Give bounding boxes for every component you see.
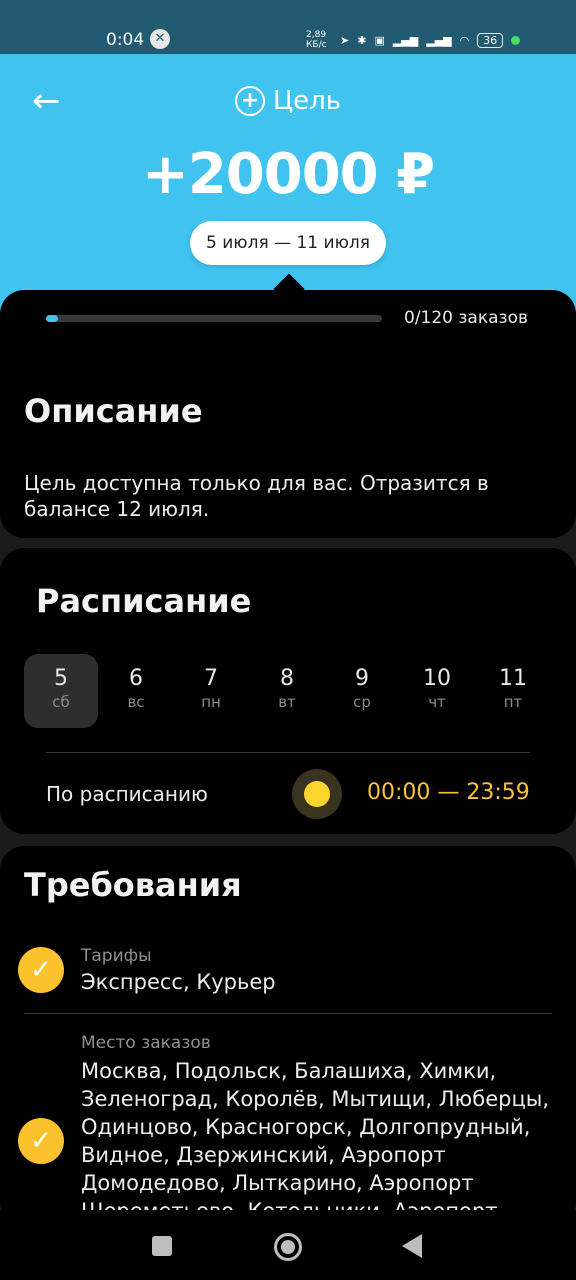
- day-6[interactable]: 6 вс: [99, 654, 173, 728]
- signal-icon: ▂▄▆: [426, 33, 452, 47]
- wifi-icon: ◠: [459, 33, 470, 47]
- plus-circle-icon: +: [234, 86, 265, 116]
- bluetooth-icon: ✱: [357, 33, 367, 47]
- requirement-title: Тарифы: [81, 946, 152, 966]
- day-10[interactable]: 10 чт: [400, 654, 474, 728]
- location-icon: ➤: [340, 33, 350, 47]
- requirement-line: Домодедово, Лыткарино, Аэропорт: [81, 1171, 474, 1195]
- day-weekday: вс: [127, 693, 145, 711]
- day-weekday: пт: [503, 693, 523, 711]
- day-number: 9: [355, 666, 369, 691]
- requirement-value: Экспресс, Курьер: [81, 970, 276, 994]
- vibrate-icon: ▣: [374, 33, 385, 47]
- battery-icon: 36: [477, 32, 504, 48]
- description-text: Цель доступна только для вас. Отразится …: [24, 471, 489, 521]
- signal-icon: ▂▄▆: [392, 33, 419, 47]
- check-icon: ✓: [18, 947, 64, 993]
- day-number: 6: [129, 666, 143, 691]
- day-weekday: сб: [52, 693, 70, 711]
- day-number: 11: [499, 666, 527, 691]
- day-9[interactable]: 9 ср: [325, 654, 399, 728]
- square-icon[interactable]: [152, 1236, 172, 1256]
- charging-dot: [511, 35, 521, 45]
- day-number: 5: [54, 666, 68, 691]
- divider: [24, 1013, 552, 1014]
- day-weekday: пн: [201, 693, 221, 711]
- divider: [46, 752, 530, 753]
- circle-icon-inner: [281, 1240, 295, 1254]
- progress-track: [46, 315, 382, 322]
- schedule-time-range: 00:00 — 23:59: [367, 780, 530, 805]
- day-weekday: чт: [428, 693, 446, 711]
- speed-text: 2,89 КБ/с: [306, 30, 327, 50]
- day-7[interactable]: 7 пн: [174, 654, 248, 728]
- description-heading: Описание: [24, 392, 203, 430]
- status-icons: 2,89 КБ/с ➤ ✱ ▣ ▂▄▆ ▂▄▆ ◠ 36: [306, 30, 521, 50]
- requirement-line: Шереметьево, Котельники, Аэропорт: [81, 1197, 561, 1210]
- day-number: 8: [280, 666, 294, 691]
- day-number: 7: [204, 666, 218, 691]
- progress-label: 0/120 заказов: [404, 308, 528, 328]
- requirement-line: Видное, Дзержинский, Аэропорт: [81, 1143, 446, 1167]
- requirement-value: Москва, Подольск, Балашиха, Химки, Зелен…: [81, 1057, 561, 1210]
- page-title: Цель: [272, 86, 342, 116]
- date-range-pill[interactable]: 5 июля — 11 июля: [190, 221, 386, 265]
- header-title: + Цель: [0, 86, 576, 116]
- goal-amount: +20000 ₽: [141, 142, 435, 207]
- schedule-heading: Расписание: [36, 582, 252, 620]
- day-weekday: ср: [353, 693, 371, 711]
- requirement-line: Зеленоград, Королёв, Мытищи, Люберцы,: [81, 1087, 549, 1111]
- notification-icon: ✕: [150, 29, 170, 49]
- requirement-line: Москва, Подольск, Балашиха, Химки,: [81, 1059, 497, 1083]
- triangle-back-icon[interactable]: [402, 1234, 422, 1258]
- progress-fill: [46, 315, 58, 322]
- check-icon: ✓: [18, 1118, 64, 1164]
- day-11[interactable]: 11 пт: [476, 654, 550, 728]
- day-number: 10: [423, 666, 451, 691]
- day-weekday: вт: [278, 693, 296, 711]
- requirements-heading: Требования: [24, 866, 242, 904]
- status-time: 0:04: [106, 30, 145, 50]
- day-8[interactable]: 8 вт: [250, 654, 324, 728]
- requirement-line: Одинцово, Красногорск, Долгопрудный,: [81, 1115, 531, 1139]
- day-5[interactable]: 5 сб: [24, 654, 98, 728]
- requirement-title: Место заказов: [81, 1033, 211, 1053]
- schedule-mode-label: По расписанию: [46, 782, 208, 806]
- sun-icon: [304, 781, 330, 807]
